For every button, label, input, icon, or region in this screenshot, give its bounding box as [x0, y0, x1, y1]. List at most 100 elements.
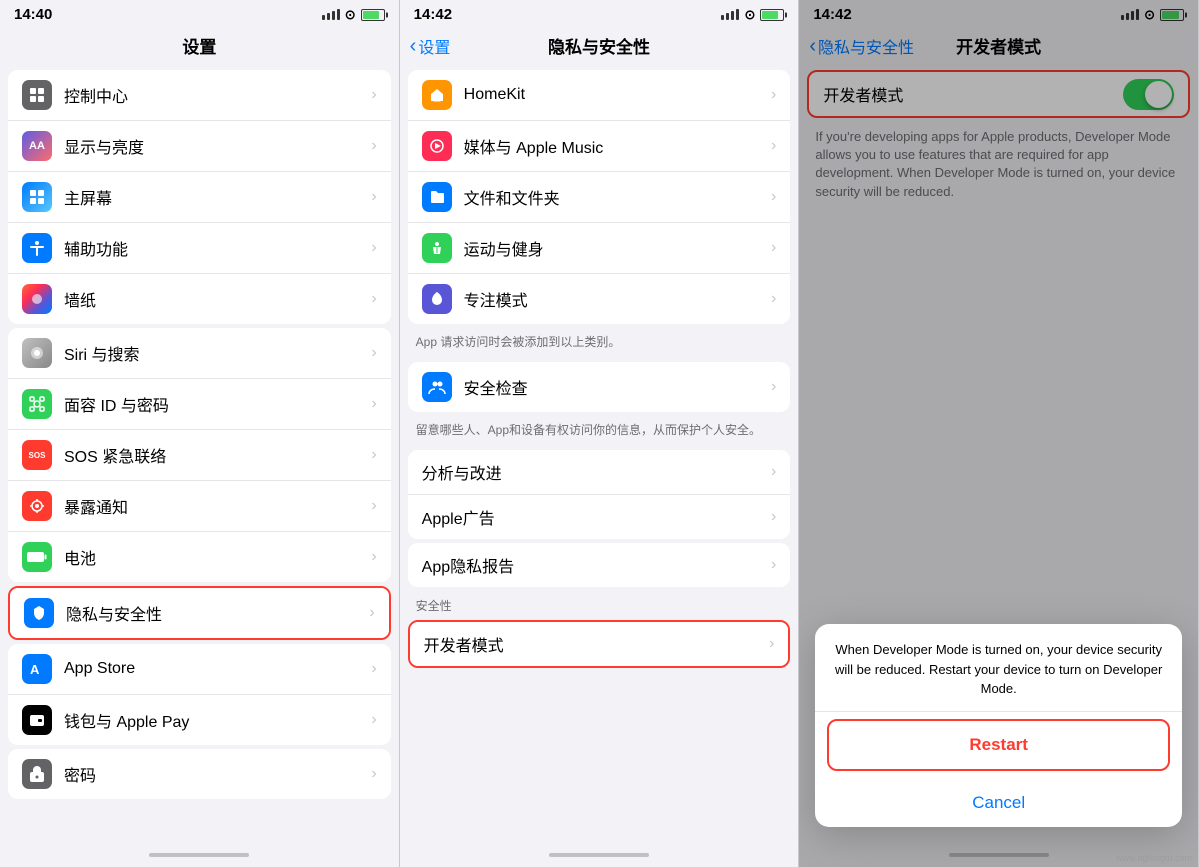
appstore-icon: A [22, 654, 52, 684]
settings-item-display[interactable]: AA 显示与亮度 › [8, 121, 391, 172]
settings-item-homescreen[interactable]: 主屏幕 › [8, 172, 391, 223]
display-icon: AA [22, 131, 52, 161]
accessibility-label: 辅助功能 [64, 236, 371, 260]
privacy-item-focus[interactable]: 专注模式 › [408, 274, 791, 324]
nav-bar-1: 设置 [0, 27, 399, 66]
homescreen-icon [22, 182, 52, 212]
media-icon [422, 131, 452, 161]
settings-item-sos[interactable]: SOS SOS 紧急联络 › [8, 430, 391, 481]
passcode-icon [22, 759, 52, 789]
time-2: 14:42 [414, 6, 452, 23]
privacy-item-health[interactable]: 运动与健身 › [408, 223, 791, 274]
analytics-arrow: › [771, 463, 776, 481]
privacy-item-developer[interactable]: 开发者模式 › [410, 622, 789, 666]
privacy-item-appleads[interactable]: Apple广告 › [408, 495, 791, 539]
files-arrow: › [771, 188, 776, 206]
media-label: 媒体与 Apple Music [464, 134, 771, 158]
exposure-arrow: › [371, 497, 376, 515]
wallpaper-label: 墙纸 [64, 287, 371, 311]
dialog-message: When Developer Mode is turned on, your d… [815, 624, 1182, 711]
signal-icon [322, 9, 340, 20]
appleads-label: Apple广告 [422, 505, 771, 529]
privacy-item-safety[interactable]: 安全检查 › [408, 362, 791, 412]
privacy-item-analytics[interactable]: 分析与改进 › [408, 450, 791, 495]
wallpaper-icon [22, 284, 52, 314]
home-indicator-3 [949, 853, 1049, 857]
privacy-label: 隐私与安全性 [66, 601, 369, 625]
settings-item-control-center[interactable]: 控制中心 › [8, 70, 391, 121]
home-bar-1 [0, 847, 399, 867]
settings-item-wallpaper[interactable]: 墙纸 › [8, 274, 391, 324]
safety-label: 安全检查 [464, 375, 771, 399]
siri-arrow: › [371, 344, 376, 362]
cancel-button[interactable]: Cancel [815, 779, 1182, 827]
dialog-box: When Developer Mode is turned on, your d… [815, 624, 1182, 827]
privacy-item-report[interactable]: App隐私报告 › [408, 543, 791, 587]
settings-card-4: 密码 › [8, 749, 391, 799]
privacy-item-media[interactable]: 媒体与 Apple Music › [408, 121, 791, 172]
watermark: www.dgfengtu.com [1116, 853, 1192, 863]
files-icon [422, 182, 452, 212]
settings-item-faceid[interactable]: 面容 ID 与密码 › [8, 379, 391, 430]
settings-item-appstore[interactable]: A App Store › [8, 644, 391, 695]
privacy-title: 隐私与安全性 [548, 33, 650, 58]
privacy-item-files[interactable]: 文件和文件夹 › [408, 172, 791, 223]
passcode-arrow: › [371, 765, 376, 783]
privacy-panel: 14:42 ⊙ ‹ 设置 隐私与安全性 [400, 0, 800, 867]
files-label: 文件和文件夹 [464, 185, 771, 209]
dialog-divider [815, 711, 1182, 712]
privacy-list: HomeKit › 媒体与 Apple Music › 文件和文件夹 › [400, 66, 799, 847]
safety-icon [422, 372, 452, 402]
safety-desc: 留意哪些人、App和设备有权访问你的信息，从而保护个人安全。 [400, 416, 799, 446]
settings-item-battery[interactable]: 电池 › [8, 532, 391, 582]
cancel-label: Cancel [972, 793, 1025, 812]
battery-icon [361, 9, 385, 21]
home-indicator-1 [149, 853, 249, 857]
settings-title: 设置 [182, 33, 216, 58]
focus-label: 专注模式 [464, 287, 771, 311]
settings-panel: 14:40 ⊙ 设置 控制中心 › [0, 0, 400, 867]
settings-card-3: A App Store › 钱包与 Apple Pay › [8, 644, 391, 745]
siri-label: Siri 与搜索 [64, 341, 371, 365]
privacy-card-1: HomeKit › 媒体与 Apple Music › 文件和文件夹 › [408, 70, 791, 324]
settings-item-exposure[interactable]: 暴露通知 › [8, 481, 391, 532]
settings-card-2: Siri 与搜索 › 面容 ID 与密码 › SOS SOS 紧急联络 › [8, 328, 391, 582]
privacy-item-homekit[interactable]: HomeKit › [408, 70, 791, 121]
status-bar-1: 14:40 ⊙ [0, 0, 399, 27]
wallet-label: 钱包与 Apple Pay [64, 708, 371, 732]
health-arrow: › [771, 239, 776, 257]
privacy-highlight-container: 隐私与安全性 › [8, 586, 391, 640]
settings-item-privacy[interactable]: 隐私与安全性 › [10, 588, 389, 638]
privacy-report-label: App隐私报告 [422, 553, 771, 577]
home-indicator-2 [549, 853, 649, 857]
settings-item-wallet[interactable]: 钱包与 Apple Pay › [8, 695, 391, 745]
wallpaper-arrow: › [371, 290, 376, 308]
restart-button[interactable]: Restart [827, 719, 1170, 771]
appstore-label: App Store [64, 660, 371, 678]
homescreen-label: 主屏幕 [64, 185, 371, 209]
faceid-arrow: › [371, 395, 376, 413]
safety-card: 安全检查 › [408, 362, 791, 412]
time-1: 14:40 [14, 6, 52, 23]
back-label-2: 设置 [418, 34, 450, 58]
app-section-label: App 请求访问时会被添加到以上类别。 [400, 328, 799, 358]
faceid-label: 面容 ID 与密码 [64, 392, 371, 416]
wallet-icon [22, 705, 52, 735]
sos-arrow: › [371, 446, 376, 464]
back-arrow-2: ‹ [410, 36, 417, 56]
settings-card-1: 控制中心 › AA 显示与亮度 › 主屏幕 › [8, 70, 391, 324]
settings-item-passcode[interactable]: 密码 › [8, 749, 391, 799]
settings-item-siri[interactable]: Siri 与搜索 › [8, 328, 391, 379]
back-button-2[interactable]: ‹ 设置 [410, 34, 451, 58]
faceid-icon [22, 389, 52, 419]
restart-label: Restart [969, 735, 1028, 754]
privacy-report-arrow: › [771, 556, 776, 574]
accessibility-arrow: › [371, 239, 376, 257]
home-bar-2 [400, 847, 799, 867]
homekit-arrow: › [771, 86, 776, 104]
control-center-label: 控制中心 [64, 83, 371, 107]
settings-item-accessibility[interactable]: 辅助功能 › [8, 223, 391, 274]
wifi-icon: ⊙ [345, 7, 356, 23]
battery-label: 电池 [64, 545, 371, 569]
health-icon [422, 233, 452, 263]
